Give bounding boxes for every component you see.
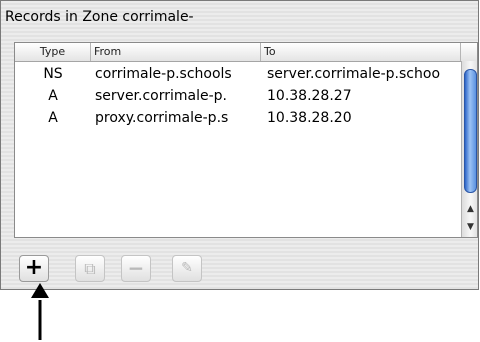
pointer-arrow-icon — [31, 283, 49, 340]
